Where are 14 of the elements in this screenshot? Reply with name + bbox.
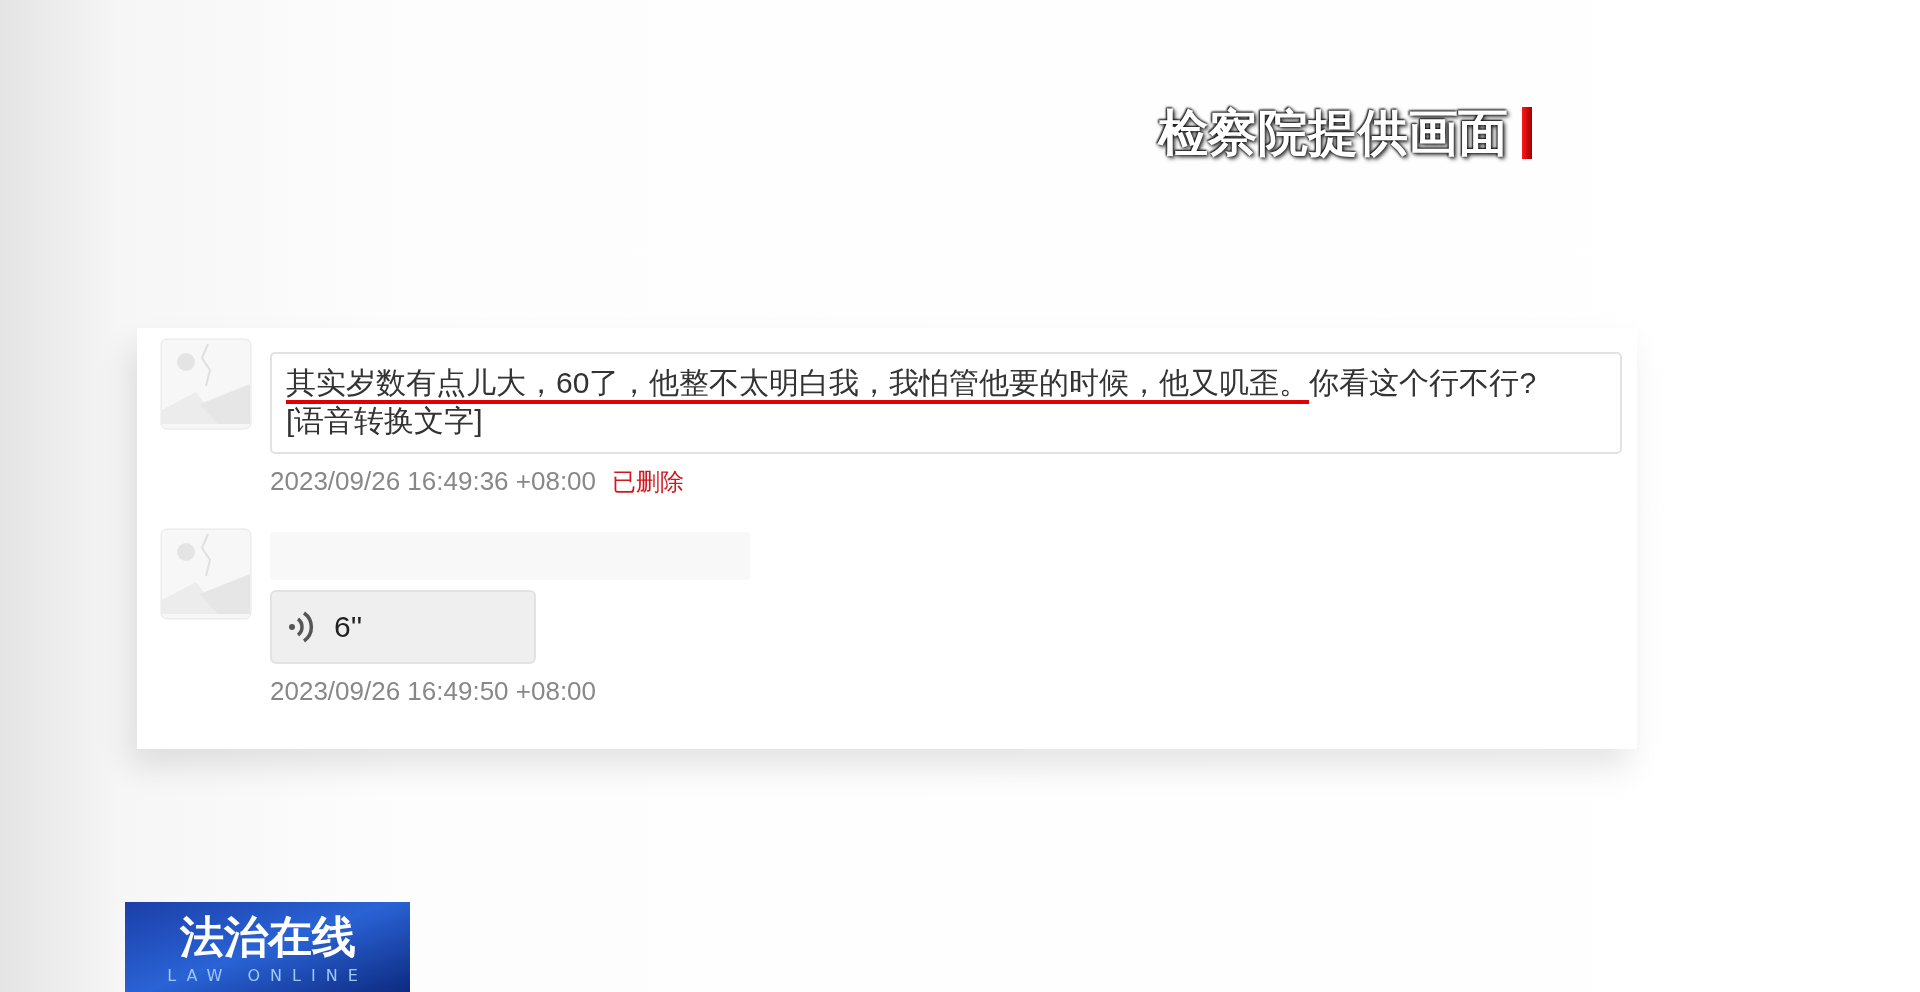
message-text: 其实岁数有点儿大，60了，他整不太明白我，我怕管他要的时候，他又叽歪。你看这个行不行?	[286, 364, 1606, 402]
voice-duration: 6''	[334, 610, 363, 644]
caption-marker	[1522, 107, 1532, 159]
message-time: 2023/09/26 16:49:36 +08:00	[270, 466, 597, 498]
avatar-placeholder-icon	[160, 338, 252, 430]
program-subtitle: LAW ONLINE	[167, 966, 368, 986]
sound-wave-icon	[288, 610, 314, 644]
deleted-status: 已删除	[612, 467, 685, 498]
message-time: 2023/09/26 16:49:50 +08:00	[270, 676, 597, 707]
program-title: 法治在线	[179, 910, 356, 964]
caption-text: 检察院提供画面	[1158, 103, 1508, 164]
voice-message[interactable]: 6''	[270, 590, 536, 664]
avatar-placeholder-icon	[160, 528, 252, 620]
transcription-label: [语音转换文字]	[286, 403, 484, 439]
